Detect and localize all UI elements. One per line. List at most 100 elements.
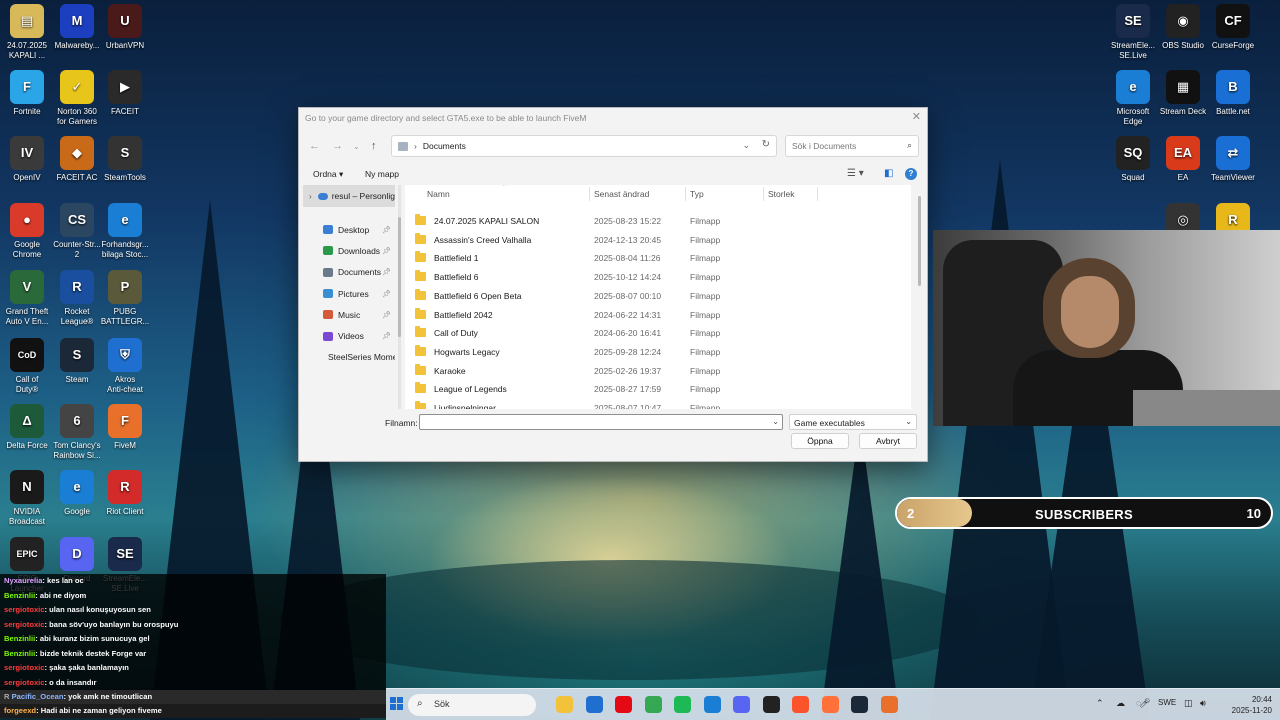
- app-icon: R: [60, 270, 94, 304]
- taskbar-search-input[interactable]: ⌕ Sök: [408, 694, 536, 716]
- taskbar-search-label: Sök: [434, 699, 450, 709]
- desktop-icon-label: TeamViewer: [1211, 173, 1255, 182]
- app-icon: CoD: [10, 338, 44, 372]
- chevron-down-icon[interactable]: ⌄: [772, 417, 779, 426]
- desktop-icon-label: for Gamers: [56, 117, 97, 126]
- file-name: Battlefield 6 Open Beta: [434, 290, 522, 301]
- file-row[interactable]: Karaoke 2025-02-26 19:37 Filmapp: [405, 362, 911, 381]
- desktop-icon[interactable]: ▶ FACEIT: [92, 70, 158, 117]
- open-button[interactable]: Öppna: [791, 433, 849, 449]
- chevron-up-icon[interactable]: ⌃: [1096, 698, 1104, 709]
- folder-icon: [415, 326, 426, 338]
- nav-item-steelseries-moments[interactable]: SteelSeries Moments: [303, 347, 395, 368]
- edge-icon[interactable]: [703, 696, 721, 713]
- file-row[interactable]: League of Legends 2025-08-27 17:59 Filmapp: [405, 380, 911, 399]
- file-row[interactable]: 24.07.2025 KAPALI SALON 2025-08-23 15:22 F…: [405, 212, 911, 231]
- help-icon[interactable]: ?: [905, 168, 917, 180]
- pin-icon: 📌︎: [382, 333, 391, 341]
- nav-item-videos[interactable]: Videos 📌︎: [303, 325, 395, 346]
- desktop-icon[interactable]: U UrbanVPN: [92, 4, 158, 51]
- file-scrollbar[interactable]: [918, 196, 922, 396]
- file-row[interactable]: Call of Duty 2024-06-20 16:41 Filmapp: [405, 324, 911, 343]
- steam-icon[interactable]: [851, 696, 868, 713]
- firefox-icon[interactable]: [821, 696, 839, 713]
- column-date[interactable]: Senast ändrad: [594, 189, 649, 199]
- nav-item-music[interactable]: Music 📌︎: [303, 304, 395, 325]
- app-icon: S: [108, 136, 142, 170]
- file-date: 2025-08-04 11:26: [594, 253, 661, 264]
- fivem-icon[interactable]: [880, 696, 898, 713]
- desktop-icon[interactable]: ⇄ TeamViewer: [1200, 136, 1266, 183]
- search-input[interactable]: Sök i Documents ⌕: [785, 135, 919, 157]
- desktop-icon-label: Rainbow Si...: [53, 451, 101, 460]
- new-folder-button[interactable]: Ny mapp: [365, 169, 399, 179]
- cancel-button[interactable]: Avbryt: [859, 433, 917, 449]
- microphone-icon[interactable]: 🎤︎: [1139, 698, 1150, 709]
- close-icon[interactable]: ✕: [912, 110, 921, 123]
- back-arrow-icon[interactable]: ←: [309, 140, 320, 152]
- file-row[interactable]: Battlefield 6 Open Beta 2025-08-07 00:10 F…: [405, 287, 911, 306]
- onedrive-tray-icon[interactable]: ☁: [1116, 698, 1125, 709]
- filetype-select[interactable]: Game executables ⌄: [789, 414, 917, 430]
- app-icon: ✓: [60, 70, 94, 104]
- store-icon[interactable]: [585, 696, 603, 713]
- desktop-icon-label: Forhandsgr...: [101, 240, 149, 249]
- search-icon: ⌕: [906, 140, 912, 150]
- filename-input[interactable]: ⌄: [419, 414, 783, 430]
- forward-arrow-icon[interactable]: →: [332, 140, 343, 152]
- file-row[interactable]: Battlefield 1 2025-08-04 11:26 Filmapp: [405, 249, 911, 268]
- organize-button[interactable]: Ordna ▾: [313, 169, 343, 180]
- file-row[interactable]: Battlefield 2042 2024-06-22 14:31 Filmapp: [405, 306, 911, 325]
- view-options-icon[interactable]: ☰ ▾: [847, 168, 864, 179]
- nav-item-downloads[interactable]: Downloads 📌︎: [303, 240, 395, 261]
- nav-item-desktop[interactable]: Desktop 📌︎: [303, 219, 395, 240]
- desktop-icon[interactable]: ⛨ Akros Anti-cheat: [92, 338, 158, 395]
- desktop-icon[interactable]: S SteamTools: [92, 136, 158, 183]
- file-explorer-icon[interactable]: [556, 696, 573, 713]
- windows-start-icon[interactable]: [390, 697, 404, 711]
- app-icon: EPIC: [10, 537, 44, 571]
- desktop-icon[interactable]: CF CurseForge: [1200, 4, 1266, 51]
- chrome-icon[interactable]: [644, 696, 662, 713]
- refresh-icon[interactable]: ↻: [762, 139, 770, 150]
- nav-scrollbar[interactable]: [398, 185, 401, 409]
- column-size[interactable]: Storlek: [768, 189, 794, 199]
- github-icon[interactable]: [762, 696, 780, 713]
- folder-icon: [398, 141, 408, 151]
- desktop-icon[interactable]: P PUBG BATTLEGR...: [92, 270, 158, 327]
- nav-item-pictures[interactable]: Pictures 📌︎: [303, 283, 395, 304]
- chat-message: Nyxaurelia: kes lan oc: [4, 574, 84, 588]
- desktop-icon[interactable]: B Battle.net: [1200, 70, 1266, 117]
- file-name: 24.07.2025 KAPALI SALON: [434, 216, 540, 226]
- file-row[interactable]: Battlefield 6 2025-10-12 14:24 Filmapp: [405, 268, 911, 287]
- nav-item-onedrive[interactable]: › resul – Personlig: [303, 185, 395, 207]
- chat-text: : ulan nasıl konuşuyosun sen: [44, 605, 151, 614]
- preview-pane-icon[interactable]: ◧: [884, 168, 893, 179]
- desktop-icon[interactable]: R Riot Client: [92, 470, 158, 517]
- network-icon[interactable]: ◫: [1184, 698, 1193, 709]
- desktop-icon[interactable]: e Forhandsgr... bilaga Stoc...: [92, 203, 158, 260]
- discord-icon[interactable]: [733, 696, 750, 713]
- desktop-icon-label: UrbanVPN: [105, 41, 145, 50]
- chevron-down-icon[interactable]: ⌄: [742, 140, 750, 151]
- chevron-down-icon[interactable]: ⌄: [353, 142, 360, 151]
- filename-label: Filnamn:: [385, 418, 418, 428]
- chat-username: Benzinlii: [4, 590, 36, 600]
- nav-item-documents[interactable]: Documents 📌︎: [303, 262, 395, 283]
- system-clock[interactable]: 20:44 2025-11-20: [1232, 694, 1272, 716]
- brave-icon[interactable]: [792, 696, 809, 713]
- chat-text: : bana söv'uyo banlayın bu orospuyu: [44, 619, 179, 629]
- netflix-icon[interactable]: [615, 696, 632, 713]
- up-arrow-icon[interactable]: ↑: [371, 140, 377, 152]
- language-indicator[interactable]: SWE: [1158, 698, 1176, 707]
- column-type[interactable]: Typ: [690, 189, 704, 199]
- file-row[interactable]: Ljudinspelningar 2025-08-07 10:47 Filmapp: [405, 399, 911, 409]
- column-name[interactable]: Namn: [427, 189, 450, 199]
- file-name: Battlefield 1: [434, 253, 479, 264]
- desktop-icon[interactable]: F FiveM: [92, 404, 158, 451]
- address-bar[interactable]: › Documents ⌄ ↻: [391, 135, 777, 157]
- file-row[interactable]: Hogwarts Legacy 2025-09-28 12:24 Filmapp: [405, 343, 911, 362]
- spotify-icon[interactable]: [674, 696, 691, 713]
- file-row[interactable]: Assassin's Creed Valhalla 2024-12-13 20:4…: [405, 231, 911, 250]
- volume-icon[interactable]: 🔊︎: [1200, 698, 1206, 709]
